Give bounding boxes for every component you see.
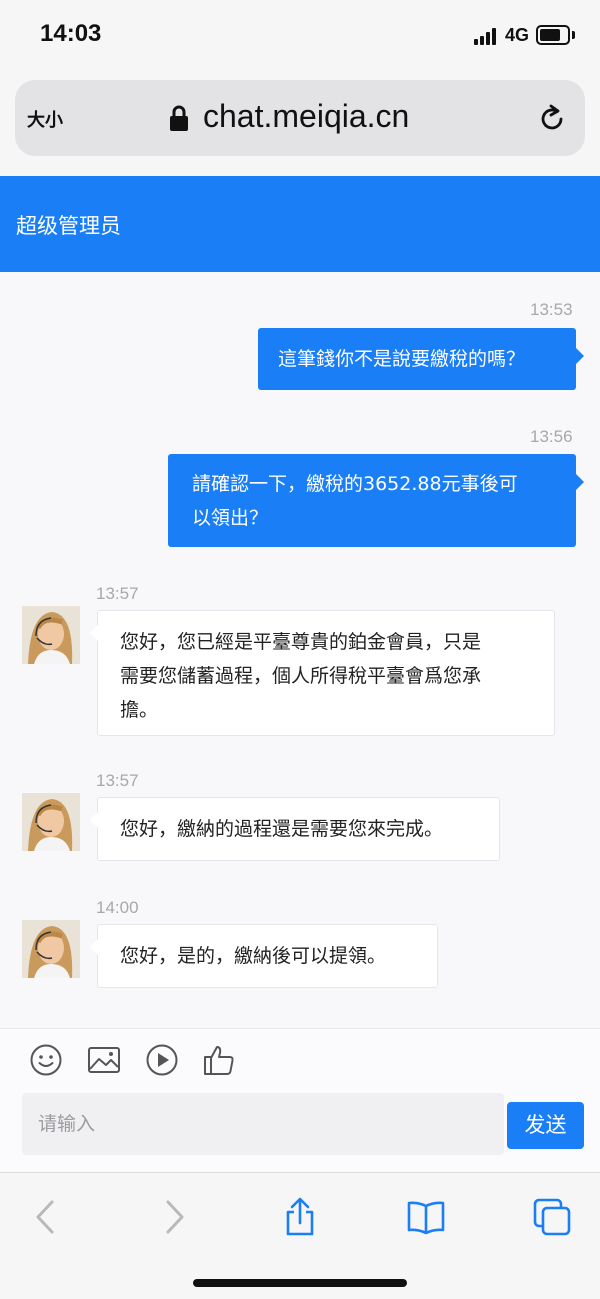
network-type: 4G xyxy=(505,25,530,45)
incoming-message-bubble: 您好，是的，繳納後可以提領。 xyxy=(90,924,438,988)
text-size-button[interactable]: 大小 xyxy=(27,106,63,132)
bookmarks-icon[interactable] xyxy=(406,1197,446,1237)
message-text: 請確認一下，繳稅的3652.88元事後可 xyxy=(192,473,518,495)
forward-icon[interactable] xyxy=(154,1197,194,1237)
message-text: 您好，是的，繳納後可以提領。 xyxy=(120,945,387,967)
status-bar: 14:03 4G xyxy=(0,0,600,72)
message-text: 您好，您已經是平臺尊貴的鉑金會員，只是 xyxy=(120,631,482,653)
message-timestamp: 14:00 xyxy=(96,898,139,917)
back-icon[interactable] xyxy=(26,1197,66,1237)
url-text[interactable]: chat.meiqia.cn xyxy=(203,98,409,135)
reload-icon[interactable] xyxy=(537,104,567,134)
agent-avatar xyxy=(22,606,80,664)
thumbs-up-icon[interactable] xyxy=(202,1043,236,1077)
share-icon[interactable] xyxy=(280,1197,320,1237)
incoming-message-bubble: 您好，您已經是平臺尊貴的鉑金會員，只是 需要您儲蓄過程，個人所得稅平臺會爲您承 … xyxy=(90,610,555,736)
incoming-message-bubble: 您好，繳納的過程還是需要您來完成。 xyxy=(90,797,500,861)
agent-avatar xyxy=(22,920,80,978)
lock-icon xyxy=(170,105,188,131)
outgoing-message-bubble: 這筆錢你不是說要繳稅的嗎？ xyxy=(258,328,584,390)
send-button[interactable]: 发送 xyxy=(507,1102,584,1149)
message-text: 需要您儲蓄過程，個人所得稅平臺會爲您承 xyxy=(120,665,482,687)
composer: 发送 xyxy=(0,1028,600,1172)
browser-toolbar xyxy=(0,1172,600,1299)
tabs-icon[interactable] xyxy=(532,1197,572,1237)
browser-address-area: 大小 chat.meiqia.cn xyxy=(0,72,600,176)
message-timestamp: 13:56 xyxy=(530,427,573,446)
address-bar[interactable]: 大小 chat.meiqia.cn xyxy=(15,80,585,156)
message-timestamp: 13:53 xyxy=(530,300,573,319)
message-input[interactable] xyxy=(22,1093,504,1155)
message-text: 您好，繳納的過程還是需要您來完成。 xyxy=(120,818,444,840)
battery-cap xyxy=(572,31,575,39)
status-time: 14:03 xyxy=(40,20,102,47)
emoji-icon[interactable] xyxy=(29,1043,63,1077)
battery-icon xyxy=(536,25,570,45)
chat-messages: 13:53 這筆錢你不是說要繳稅的嗎？ 13:56 請確認一下，繳稅的3652.… xyxy=(0,272,600,1028)
home-indicator xyxy=(193,1279,407,1287)
chat-title: 超级管理员 xyxy=(16,214,121,238)
chat-header: 超级管理员 xyxy=(0,176,600,272)
agent-avatar xyxy=(22,793,80,851)
image-icon[interactable] xyxy=(87,1043,121,1077)
message-timestamp: 13:57 xyxy=(96,584,139,603)
message-text: 擔。 xyxy=(120,699,159,721)
video-icon[interactable] xyxy=(145,1043,179,1077)
message-text: 以領出？ xyxy=(192,507,269,529)
message-timestamp: 13:57 xyxy=(96,771,139,790)
message-text: 這筆錢你不是說要繳稅的嗎？ xyxy=(278,348,526,370)
signal-icon xyxy=(474,27,500,45)
outgoing-message-bubble: 請確認一下，繳稅的3652.88元事後可 以領出？ xyxy=(168,454,584,547)
